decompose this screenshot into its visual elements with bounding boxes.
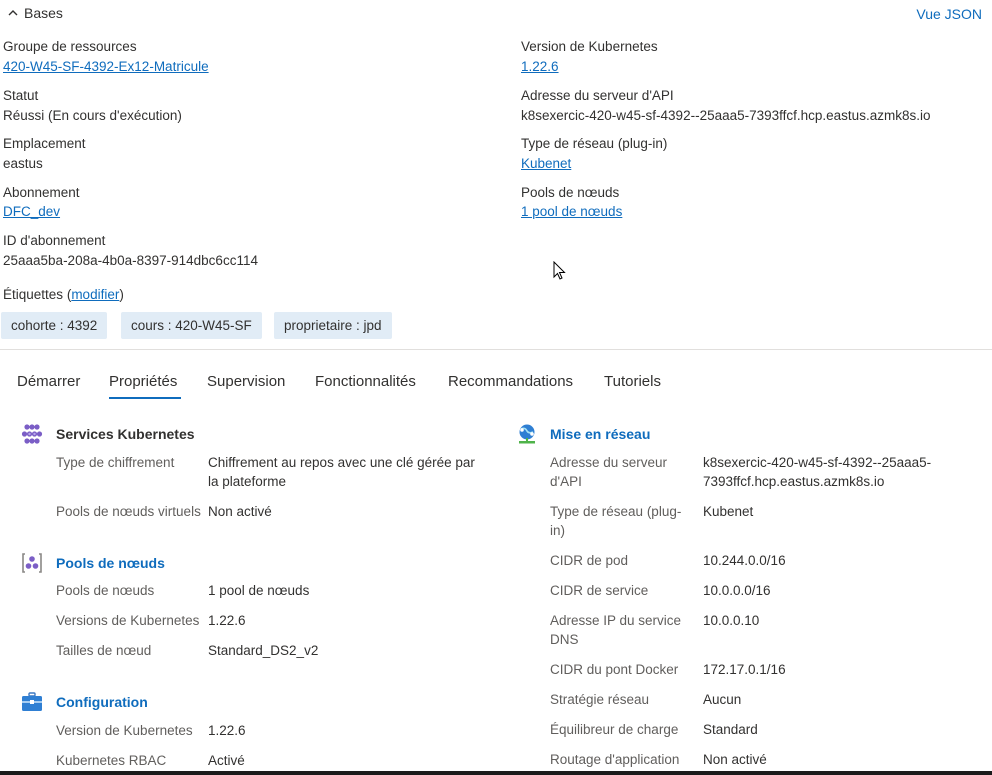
tags-heading: Étiquettes (modifier)	[3, 287, 124, 302]
net-policy-label: Stratégie réseau	[550, 692, 650, 707]
section-divider	[0, 349, 992, 350]
config-rbac-value: Activé	[208, 753, 245, 768]
subscription-id-value: 25aaa5ba-208a-4b0a-8397-914dbc6cc114	[3, 253, 258, 268]
np-node-pools-label: Pools de nœuds	[56, 583, 155, 598]
mouse-cursor-icon	[553, 261, 566, 280]
net-policy-value: Aucun	[703, 692, 742, 707]
net-service-cidr-label: CIDR de service	[550, 583, 649, 598]
edit-tags-link[interactable]: modifier	[71, 287, 119, 302]
resource-group-label: Groupe de ressources	[3, 39, 137, 54]
subscription-label: Abonnement	[3, 185, 80, 200]
net-load-balancer-value: Standard	[703, 722, 758, 737]
tab-tutoriels[interactable]: Tutoriels	[604, 373, 661, 390]
subscription-link[interactable]: DFC_dev	[3, 204, 60, 219]
tab-fonctionnalites[interactable]: Fonctionnalités	[315, 373, 416, 390]
networking-title-link[interactable]: Mise en réseau	[550, 426, 650, 442]
np-node-pools-value: 1 pool de nœuds	[208, 583, 310, 598]
tab-demarrer[interactable]: Démarrer	[17, 373, 80, 390]
net-api-server-label-line2: d'API	[550, 474, 582, 489]
tab-proprietes[interactable]: Propriétés	[109, 373, 177, 390]
np-k8s-versions-value: 1.22.6	[208, 613, 246, 628]
encryption-type-label: Type de chiffrement	[56, 455, 175, 470]
location-value: eastus	[3, 156, 43, 171]
net-docker-bridge-value: 172.17.0.1/16	[703, 662, 786, 677]
config-rbac-label: Kubernetes RBAC	[56, 753, 167, 768]
configuration-title-link[interactable]: Configuration	[56, 694, 148, 710]
node-pools-label: Pools de nœuds	[521, 185, 620, 200]
net-pod-cidr-label: CIDR de pod	[550, 553, 629, 568]
api-server-value: k8sexercic-420-w45-sf-4392--25aaa5-7393f…	[521, 108, 931, 123]
tags-paren-close: )	[119, 287, 124, 302]
config-k8s-version-label: Version de Kubernetes	[56, 723, 193, 738]
net-plugin-label-line1: Type de réseau (plug-	[550, 504, 682, 519]
net-docker-bridge-label: CIDR du pont Docker	[550, 662, 679, 677]
net-dns-ip-label-line2: DNS	[550, 632, 579, 647]
net-api-server-value-line2: 7393ffcf.hcp.eastus.azmk8s.io	[703, 474, 885, 489]
virtual-node-pools-value: Non activé	[208, 504, 272, 519]
net-api-server-label-line1: Adresse du serveur	[550, 455, 668, 470]
location-label: Emplacement	[3, 136, 86, 151]
np-k8s-versions-label: Versions de Kubernetes	[56, 613, 200, 628]
network-type-link[interactable]: Kubenet	[521, 156, 571, 171]
api-server-label: Adresse du serveur d'API	[521, 88, 674, 103]
tag-cours: cours : 420-W45-SF	[121, 312, 262, 339]
chevron-up-icon	[8, 10, 18, 16]
node-pools-link[interactable]: 1 pool de nœuds	[521, 204, 622, 219]
np-node-sizes-value: Standard_DS2_v2	[208, 643, 319, 658]
bases-toggle[interactable]: Bases	[8, 5, 63, 21]
np-node-sizes-label: Tailles de nœud	[56, 643, 152, 658]
bases-label: Bases	[24, 5, 63, 21]
net-plugin-label-line2: in)	[550, 523, 566, 538]
node-pools-title-link[interactable]: Pools de nœuds	[56, 555, 165, 571]
net-dns-ip-label-line1: Adresse IP du service	[550, 613, 682, 628]
tab-supervision[interactable]: Supervision	[207, 373, 285, 390]
networking-icon	[519, 424, 535, 444]
net-api-server-value-line1: k8sexercic-420-w45-sf-4392--25aaa5-	[703, 455, 932, 470]
encryption-type-value-line2: la plateforme	[208, 474, 287, 489]
k8s-version-label: Version de Kubernetes	[521, 39, 658, 54]
subscription-id-label: ID d'abonnement	[3, 233, 106, 248]
config-k8s-version-value: 1.22.6	[208, 723, 246, 738]
tag-proprietaire: proprietaire : jpd	[274, 312, 392, 339]
net-dns-ip-value: 10.0.0.10	[703, 613, 760, 628]
virtual-node-pools-label: Pools de nœuds virtuels	[56, 504, 201, 519]
network-type-label: Type de réseau (plug-in)	[521, 136, 668, 151]
status-value: Réussi (En cours d'exécution)	[3, 108, 182, 123]
net-plugin-value: Kubenet	[703, 504, 754, 519]
kubernetes-services-icon	[21, 424, 43, 444]
bottom-edge-bar	[0, 771, 992, 775]
active-tab-indicator	[109, 397, 181, 399]
net-app-routing-label: Routage d'application	[550, 752, 680, 767]
encryption-type-value-line1: Chiffrement au repos avec une clé gérée …	[208, 455, 475, 470]
status-label: Statut	[3, 88, 39, 103]
net-service-cidr-value: 10.0.0.0/16	[703, 583, 771, 598]
services-kubernetes-title: Services Kubernetes	[56, 426, 195, 442]
k8s-version-link[interactable]: 1.22.6	[521, 59, 559, 74]
tag-cohorte: cohorte : 4392	[1, 312, 108, 339]
tags-label: Étiquettes	[3, 287, 64, 302]
net-pod-cidr-value: 10.244.0.0/16	[703, 553, 786, 568]
net-app-routing-value: Non activé	[703, 752, 767, 767]
resource-group-link[interactable]: 420-W45-SF-4392-Ex12-Matricule	[3, 59, 209, 74]
node-pools-icon	[22, 553, 42, 573]
net-load-balancer-label: Équilibreur de charge	[550, 722, 679, 737]
tab-recommandations[interactable]: Recommandations	[448, 373, 573, 390]
vue-json-link[interactable]: Vue JSON	[916, 6, 982, 22]
configuration-icon	[22, 692, 42, 711]
